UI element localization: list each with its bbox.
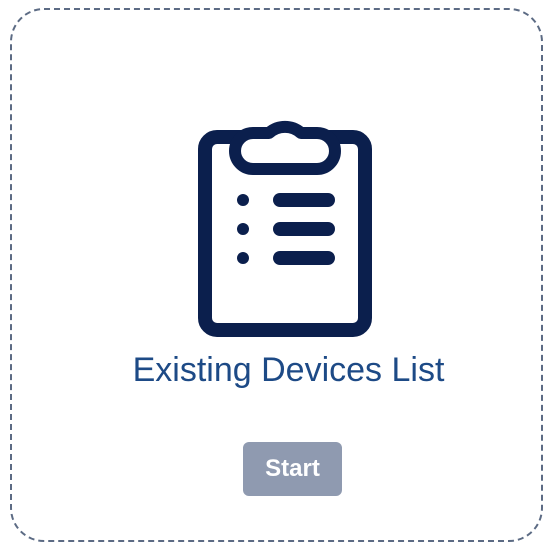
start-button[interactable]: Start bbox=[243, 442, 342, 496]
card-title: Existing Devices List bbox=[132, 351, 445, 389]
existing-devices-card[interactable]: Existing Devices List Start bbox=[10, 8, 543, 542]
clipboard-list-icon bbox=[195, 99, 375, 339]
